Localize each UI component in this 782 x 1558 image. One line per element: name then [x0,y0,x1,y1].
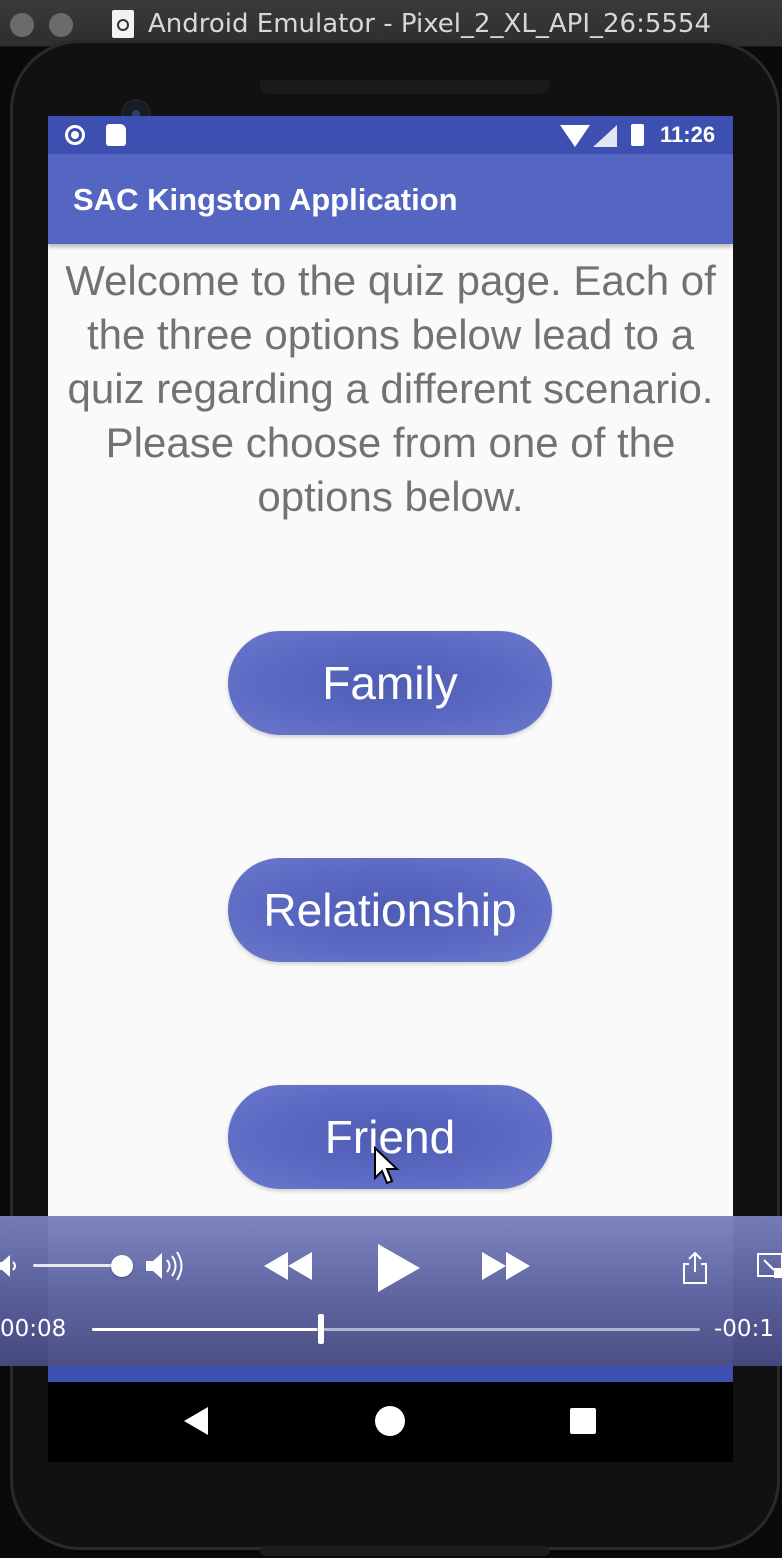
top-speaker [260,80,550,94]
scrubber-handle[interactable] [318,1314,324,1344]
volume-knob[interactable] [111,1255,133,1277]
rewind-icon[interactable] [262,1250,314,1282]
battery-icon [631,124,644,146]
scrubber-progress [92,1328,317,1331]
app-title: SAC Kingston Application [73,182,458,217]
share-icon[interactable] [680,1250,710,1286]
document-icon [112,10,134,38]
sd-card-icon [106,124,126,146]
wifi-icon [560,125,590,147]
navigation-bar [48,1382,733,1462]
time-remaining: -00:1 [714,1316,774,1342]
window-title: Android Emulator - Pixel_2_XL_API_26:555… [148,9,711,39]
bottom-app-strip [48,1366,733,1382]
recents-icon[interactable] [570,1408,596,1434]
volume-slider[interactable] [33,1264,123,1267]
volume-low-icon [0,1255,16,1277]
window-minimize-button[interactable] [49,13,73,37]
volume-high-icon [146,1251,183,1281]
relationship-quiz-button[interactable]: Relationship [228,858,552,962]
app-bar: SAC Kingston Application [48,154,733,244]
mouse-cursor-icon [374,1146,400,1185]
status-bar: 11:26 [48,116,733,154]
fast-forward-icon[interactable] [480,1250,532,1282]
bottom-speaker [260,1546,550,1556]
family-quiz-button[interactable]: Family [228,631,552,735]
play-icon[interactable] [374,1242,422,1294]
status-time: 11:26 [660,122,716,147]
window-close-button[interactable] [10,13,34,37]
home-icon[interactable] [375,1406,405,1436]
time-elapsed: 00:08 [0,1316,67,1342]
video-player-controls: 00:08 -00:1 [0,1216,782,1366]
cell-signal-icon [593,125,617,147]
sync-icon [65,125,85,145]
back-icon[interactable] [184,1407,208,1435]
picture-in-picture-icon[interactable] [756,1250,782,1282]
welcome-text: Welcome to the quiz page. Each of the th… [65,257,716,520]
scrubber-track[interactable] [92,1328,700,1331]
